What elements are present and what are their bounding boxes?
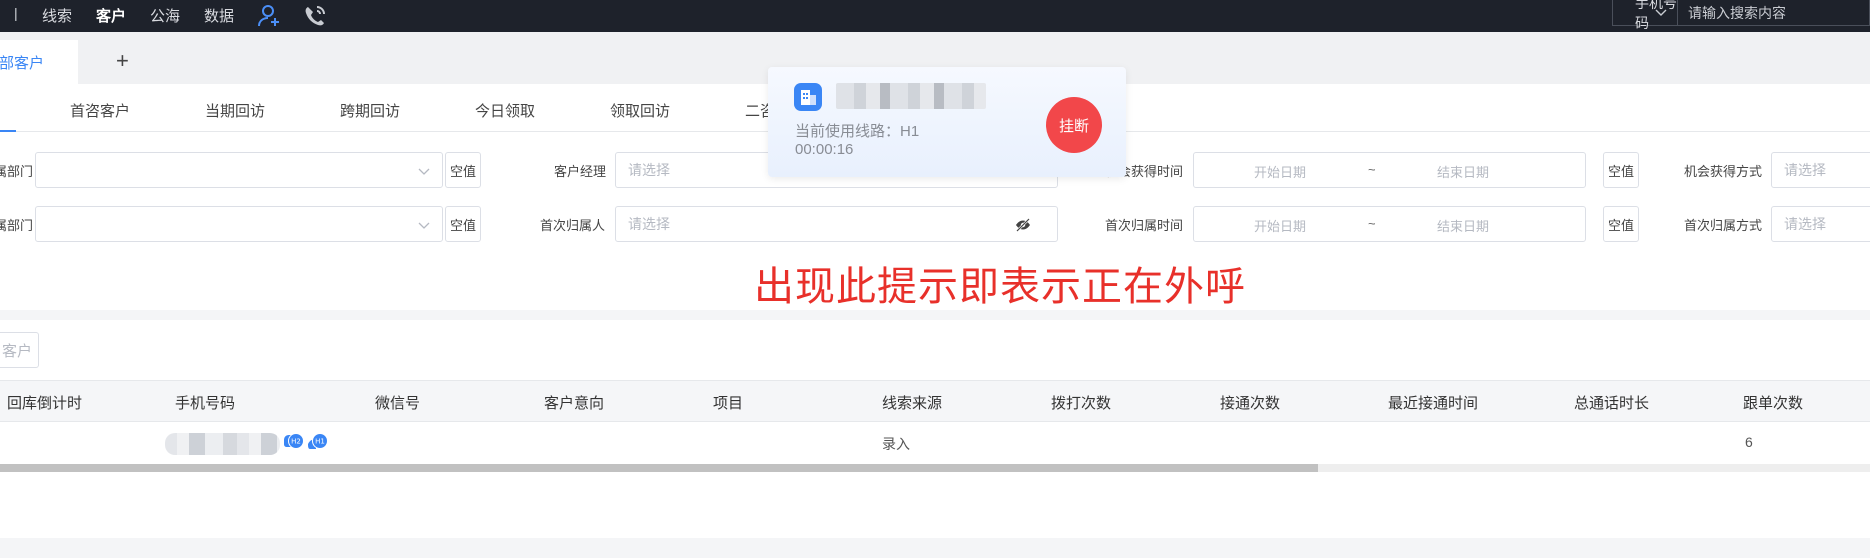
end-date-placeholder: 结束日期 bbox=[1437, 165, 1490, 180]
method-placeholder: 请选择 bbox=[1784, 162, 1826, 178]
current-line: 当前使用线路：H1 bbox=[795, 123, 920, 140]
method-placeholder: 请选择 bbox=[1784, 216, 1826, 232]
add-customer-button[interactable]: 客户 bbox=[0, 332, 39, 368]
col-countdown[interactable]: 回库倒计时 bbox=[7, 392, 82, 413]
eye-off-icon[interactable] bbox=[1015, 217, 1031, 233]
badge-h2-label: H2 bbox=[291, 438, 301, 446]
table-header: 回库倒计时 手机号码 微信号 客户意向 项目 线索来源 拨打次数 接通次数 最近… bbox=[0, 380, 1870, 422]
dial-line-h1-icon[interactable]: H1 bbox=[306, 432, 328, 454]
opportunity-null-button[interactable]: 空值 bbox=[1603, 152, 1639, 188]
nav-item-leads[interactable]: 线索 bbox=[42, 5, 72, 26]
subtab-claim-revisit[interactable]: 领取回访 bbox=[610, 100, 670, 121]
opportunity-method-select[interactable]: 请选择 bbox=[1771, 152, 1870, 188]
manager-label: 客户经理 bbox=[554, 164, 607, 179]
chevron-down-icon bbox=[1655, 9, 1667, 16]
owner-label: 首次归属人 bbox=[540, 218, 606, 233]
opportunity-method-label: 机会获得方式 bbox=[1684, 164, 1763, 179]
col-follow-count[interactable]: 跟单次数 bbox=[1743, 392, 1803, 413]
global-search: 手机号码 bbox=[1612, 0, 1870, 31]
col-connect-count[interactable]: 接通次数 bbox=[1220, 392, 1280, 413]
dept-null-button-1[interactable]: 空值 bbox=[445, 152, 481, 188]
col-phone[interactable]: 手机号码 bbox=[175, 392, 235, 413]
dept-select-2[interactable] bbox=[35, 206, 443, 242]
subtab-today-claimed[interactable]: 今日领取 bbox=[475, 100, 535, 121]
col-total-duration[interactable]: 总通话时长 bbox=[1574, 392, 1649, 413]
phone-number-redacted bbox=[165, 433, 280, 455]
col-last-connect-time[interactable]: 最近接通时间 bbox=[1388, 392, 1478, 413]
customer-table-area: 客户 回库倒计时 手机号码 微信号 客户意向 项目 线索来源 拨打次数 接通次数… bbox=[0, 320, 1870, 538]
nav-item-customers[interactable]: 客户 bbox=[96, 5, 126, 26]
hangup-button[interactable]: 挂断 bbox=[1046, 97, 1102, 153]
first-owner-null-button[interactable]: 空值 bbox=[1603, 206, 1639, 242]
nav-separator: | bbox=[14, 5, 18, 21]
col-dial-count[interactable]: 拨打次数 bbox=[1051, 392, 1111, 413]
first-owner-time-label: 首次归属时间 bbox=[1105, 218, 1184, 233]
subtab-cross-revisit[interactable]: 跨期回访 bbox=[340, 100, 400, 121]
start-date-placeholder: 开始日期 bbox=[1254, 165, 1307, 180]
range-separator: ~ bbox=[1368, 216, 1376, 231]
col-wechat[interactable]: 微信号 bbox=[375, 392, 420, 413]
start-date-placeholder: 开始日期 bbox=[1254, 219, 1307, 234]
first-owner-method-select[interactable]: 请选择 bbox=[1771, 206, 1870, 242]
add-user-icon[interactable] bbox=[257, 3, 283, 29]
chevron-down-icon bbox=[418, 168, 430, 175]
call-popup: 当前使用线路：H1 00:00:16 挂断 bbox=[768, 67, 1126, 177]
table-row[interactable]: 录入 6 bbox=[0, 422, 1870, 464]
horizontal-scrollbar[interactable] bbox=[0, 464, 1870, 472]
manager-placeholder: 请选择 bbox=[628, 162, 670, 178]
search-type-select[interactable]: 手机号码 bbox=[1613, 0, 1678, 31]
scrollbar-thumb[interactable] bbox=[0, 464, 1319, 472]
tab-all-customers[interactable]: 全部客户 bbox=[0, 40, 78, 84]
owner-select[interactable]: 请选择 bbox=[615, 206, 1058, 242]
range-separator: ~ bbox=[1368, 162, 1376, 177]
nav-item-data[interactable]: 数据 bbox=[204, 5, 234, 26]
col-intent[interactable]: 客户意向 bbox=[544, 392, 604, 413]
cell-follow-count: 6 bbox=[1745, 434, 1753, 450]
dept-label-1: 属部门 bbox=[0, 164, 34, 179]
nav-item-public-pool[interactable]: 公海 bbox=[150, 5, 180, 26]
contact-name-redacted bbox=[836, 83, 986, 109]
phone-call-icon[interactable] bbox=[302, 3, 328, 29]
col-project[interactable]: 项目 bbox=[713, 392, 743, 413]
tab-label: 全部客户 bbox=[0, 54, 45, 72]
subtab-active-indicator bbox=[0, 130, 16, 132]
subtab-current-revisit[interactable]: 当期回访 bbox=[205, 100, 265, 121]
call-timer: 00:00:16 bbox=[795, 141, 854, 158]
chevron-down-icon bbox=[418, 222, 430, 229]
outbound-call-annotation: 出现此提示即表示正在外呼 bbox=[754, 264, 1246, 310]
dept-null-button-2[interactable]: 空值 bbox=[445, 206, 481, 242]
contact-building-icon bbox=[794, 83, 822, 111]
first-owner-date-range[interactable]: 开始日期 ~ 结束日期 bbox=[1193, 206, 1586, 242]
col-lead-source[interactable]: 线索来源 bbox=[882, 392, 942, 413]
owner-placeholder: 请选择 bbox=[628, 216, 670, 232]
cell-lead-source: 录入 bbox=[882, 436, 910, 452]
top-nav-bar: | 线索 客户 公海 数据 手机号码 bbox=[0, 0, 1870, 32]
dept-select-1[interactable] bbox=[35, 152, 443, 188]
dial-line-h2-icon[interactable]: H2 bbox=[282, 432, 304, 454]
first-owner-method-label: 首次归属方式 bbox=[1684, 218, 1763, 233]
search-input[interactable] bbox=[1678, 0, 1869, 25]
end-date-placeholder: 结束日期 bbox=[1437, 219, 1490, 234]
add-tab-button[interactable]: + bbox=[116, 50, 129, 72]
dept-label-2: 属部门 bbox=[0, 218, 34, 233]
badge-h1-label: H1 bbox=[315, 438, 325, 446]
subtab-first-consult[interactable]: 首咨客户 bbox=[70, 100, 130, 121]
opportunity-date-range[interactable]: 开始日期 ~ 结束日期 bbox=[1193, 152, 1586, 188]
